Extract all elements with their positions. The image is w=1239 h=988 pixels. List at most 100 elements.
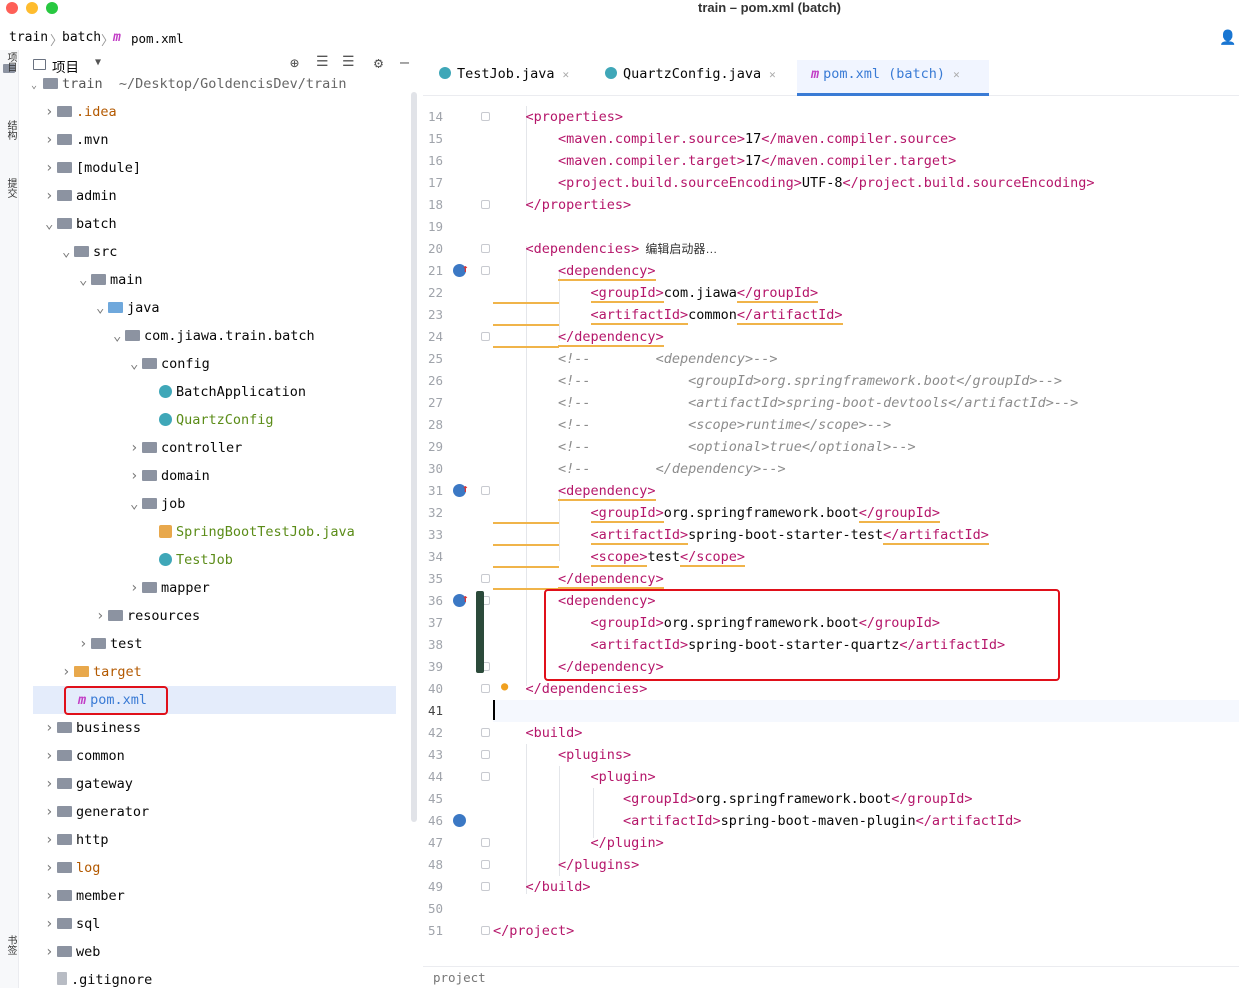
chevron-right-icon[interactable]: › <box>79 630 91 658</box>
tool-window-project[interactable]: 项目 <box>2 52 16 72</box>
tree-node[interactable]: › .mvn <box>45 126 109 154</box>
breadcrumb-item-batch[interactable]: batch <box>62 30 101 45</box>
breadcrumb-item-train[interactable]: train <box>9 30 48 45</box>
locate-icon[interactable]: ⊕ <box>290 54 299 72</box>
chevron-right-icon[interactable]: › <box>45 98 57 126</box>
tree-node[interactable]: ⌄ config <box>130 350 210 378</box>
fold-marker[interactable] <box>481 332 490 341</box>
tree-node[interactable]: ⌄ main <box>79 266 143 294</box>
chevron-down-icon[interactable]: ⌄ <box>45 210 57 238</box>
chevron-right-icon[interactable]: › <box>45 826 57 854</box>
chevron-right-icon[interactable]: › <box>45 854 57 882</box>
chevron-down-icon[interactable]: ⌄ <box>62 238 74 266</box>
tree-node[interactable]: › sql <box>45 910 100 938</box>
fold-marker[interactable] <box>481 926 490 935</box>
tree-node[interactable]: › admin <box>45 182 117 210</box>
chevron-right-icon[interactable]: › <box>130 434 142 462</box>
chevron-right-icon[interactable]: › <box>45 182 57 210</box>
gear-icon[interactable]: ⚙ <box>374 54 383 72</box>
chevron-down-icon[interactable]: ⌄ <box>96 294 108 322</box>
tree-node[interactable]: BatchApplication <box>147 378 306 406</box>
chevron-right-icon[interactable]: › <box>130 462 142 490</box>
tree-node[interactable]: › web <box>45 938 100 966</box>
fold-marker[interactable] <box>481 112 490 121</box>
fold-marker[interactable] <box>481 860 490 869</box>
tree-node[interactable]: › target <box>62 658 142 686</box>
tree-node[interactable]: › common <box>45 742 125 770</box>
chevron-right-icon[interactable]: › <box>45 742 57 770</box>
tree-node[interactable]: › gateway <box>45 770 133 798</box>
code-line: <dependency> <box>558 483 656 501</box>
tab-quartzconfig[interactable]: QuartzConfig.java ✕ <box>605 60 776 96</box>
close-icon[interactable]: ✕ <box>563 68 570 81</box>
fold-marker[interactable] <box>481 728 490 737</box>
expand-all-icon[interactable]: ☰ <box>316 54 329 70</box>
tree-node[interactable]: TestJob <box>147 546 233 574</box>
vcs-change-marker[interactable] <box>476 591 484 673</box>
code-editor[interactable]: <properties> <maven.compiler.source>17</… <box>493 96 1239 966</box>
fold-marker[interactable] <box>481 772 490 781</box>
fold-marker[interactable] <box>481 750 490 759</box>
tree-node[interactable]: › generator <box>45 798 149 826</box>
chevron-right-icon[interactable]: › <box>96 602 108 630</box>
chevron-right-icon[interactable]: › <box>45 714 57 742</box>
chevron-right-icon[interactable]: › <box>45 910 57 938</box>
fold-marker[interactable] <box>481 882 490 891</box>
tree-node[interactable]: › mapper <box>130 574 210 602</box>
fold-marker[interactable] <box>481 574 490 583</box>
hide-panel-icon[interactable]: — <box>400 53 409 71</box>
chevron-down-icon[interactable]: ▼ <box>95 57 101 68</box>
chevron-down-icon[interactable]: ⌄ <box>130 490 142 518</box>
tree-node[interactable]: › log <box>45 854 100 882</box>
tree-node[interactable]: ⌄ batch <box>45 210 117 238</box>
fold-marker[interactable] <box>481 684 490 693</box>
tool-window-structure[interactable]: 结构 <box>2 120 16 140</box>
chevron-right-icon[interactable]: › <box>62 658 74 686</box>
chevron-right-icon[interactable]: › <box>130 574 142 602</box>
breadcrumb-item-pom[interactable]: pom.xml <box>131 31 184 46</box>
tree-node[interactable]: .gitignore <box>45 966 152 988</box>
tree-node[interactable]: QuartzConfig <box>147 406 274 434</box>
chevron-down-icon[interactable]: ⌄ <box>79 266 91 294</box>
fold-marker[interactable] <box>481 486 490 495</box>
chevron-right-icon[interactable]: › <box>45 154 57 182</box>
tree-root[interactable]: ⌄ train ~/Desktop/GoldencisDev/train <box>31 78 346 98</box>
tool-window-bookmarks[interactable]: 书签 <box>2 935 16 955</box>
tree-node[interactable]: › domain <box>130 462 210 490</box>
tree-node[interactable]: › resources <box>96 602 200 630</box>
fold-marker[interactable] <box>481 200 490 209</box>
tree-scrollbar[interactable] <box>411 92 417 822</box>
chevron-right-icon[interactable]: › <box>45 798 57 826</box>
chevron-right-icon[interactable]: › <box>45 882 57 910</box>
tree-node[interactable]: › http <box>45 826 109 854</box>
fold-marker[interactable] <box>481 244 490 253</box>
chevron-right-icon[interactable]: › <box>45 126 57 154</box>
tree-node[interactable]: › business <box>45 714 141 742</box>
tree-node[interactable]: › .idea <box>45 98 117 126</box>
fold-marker[interactable] <box>481 838 490 847</box>
user-icon[interactable]: 👤 <box>1219 30 1236 46</box>
tree-node[interactable]: › controller <box>130 434 242 462</box>
project-panel-title[interactable]: 项目 <box>52 56 79 76</box>
tool-window-commit[interactable]: 提交 <box>2 178 16 198</box>
chevron-down-icon[interactable]: ⌄ <box>130 350 142 378</box>
tree-node[interactable]: ⌄ java <box>96 294 160 322</box>
tree-node[interactable]: › [module] <box>45 154 141 182</box>
chevron-right-icon[interactable]: › <box>45 938 57 966</box>
close-icon[interactable]: ✕ <box>953 68 960 81</box>
collapse-all-icon[interactable]: ☰ <box>342 54 355 70</box>
dependency-gutter-icon[interactable] <box>453 814 466 827</box>
tree-node[interactable]: ⌄ src <box>62 238 117 266</box>
close-icon[interactable]: ✕ <box>769 68 776 81</box>
tab-testjob[interactable]: TestJob.java ✕ <box>439 60 569 96</box>
tab-pom-xml[interactable]: m pom.xml (batch) ✕ <box>797 60 989 96</box>
tree-node[interactable]: SpringBootTestJob.java <box>147 518 355 546</box>
tree-node[interactable]: ⌄ com.jiawa.train.batch <box>113 322 315 350</box>
fold-marker[interactable] <box>481 266 490 275</box>
tree-node[interactable]: › member <box>45 882 125 910</box>
tree-node[interactable]: › test <box>79 630 143 658</box>
chevron-down-icon[interactable]: ⌄ <box>113 322 125 350</box>
chevron-right-icon[interactable]: › <box>45 770 57 798</box>
tree-node[interactable]: ⌄ job <box>130 490 185 518</box>
inlay-hint[interactable]: 编辑启动器… <box>645 242 717 256</box>
